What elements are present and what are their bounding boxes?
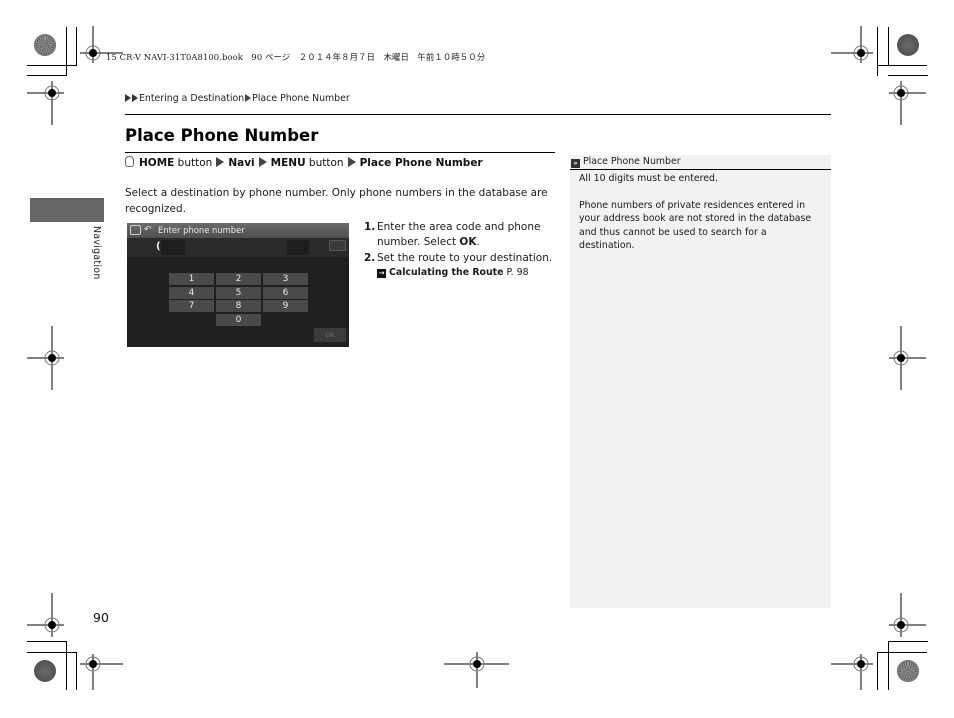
menu-path: HOME button Navi MENU button Place Phone Nu… [125, 156, 483, 169]
note-icon: » [571, 159, 580, 168]
voice-icon [130, 225, 141, 235]
keypad-key-3: 3 [263, 273, 308, 285]
registration-mark-icon [80, 654, 123, 690]
sidenote-panel: » Place Phone Number All 10 digits must b… [570, 155, 831, 608]
sidenote-paragraph: All 10 digits must be entered. [579, 173, 718, 184]
keypad-key-8: 8 [216, 300, 261, 312]
header-divider [125, 114, 831, 115]
menu-path-home-suffix: button [174, 157, 213, 169]
registration-mark-icon [889, 326, 926, 390]
menu-path-home: HOME [139, 157, 175, 169]
keypad-key-1: 1 [169, 273, 214, 285]
step-text-end: . [476, 236, 480, 249]
registration-mark-icon [831, 26, 873, 63]
section-tab-marker [30, 198, 104, 222]
registration-mark-icon [831, 654, 873, 690]
step-number: 1. [364, 221, 376, 233]
delete-key [329, 240, 346, 251]
keypad-key-7: 7 [169, 300, 214, 312]
keypad-key-4: 4 [169, 287, 214, 299]
registration-mark-icon [27, 326, 64, 390]
keypad-key-0: 0 [216, 314, 261, 326]
registration-mark-icon [27, 81, 64, 125]
reference-title[interactable]: Calculating the Route [389, 267, 504, 278]
print-header: 15 CR-V NAVI-31T0A8100.book 90 ページ ２０１４年… [106, 52, 486, 62]
keypad-key-6: 6 [263, 287, 308, 299]
breadcrumb-item-entering-a-destination[interactable]: Entering a Destination [139, 93, 244, 104]
hand-press-icon [125, 156, 134, 167]
screen-title-bar: ↶ Enter phone number [127, 223, 349, 238]
menu-path-navi: Navi [228, 157, 255, 169]
sidenote-title: Place Phone Number [583, 156, 681, 167]
reference-arrow-icon: → [377, 268, 386, 278]
screen-title: Enter phone number [158, 225, 245, 235]
sidenote-header: » Place Phone Number [570, 155, 831, 169]
breadcrumb-arrow-icon [125, 94, 131, 102]
step-2: 2. Set the route to your destination. [364, 251, 554, 266]
back-icon: ↶ [144, 225, 152, 235]
sidenote-body: All 10 digits must be entered. Phone num… [579, 172, 825, 266]
registration-mark-icon [444, 652, 509, 688]
breadcrumb: Entering a Destination Place Phone Number [125, 93, 350, 104]
breadcrumb-arrow-icon [245, 94, 252, 102]
page-number: 90 [93, 610, 109, 625]
breadcrumb-arrow-icon [132, 94, 138, 102]
menu-arrow-icon [216, 157, 225, 167]
phone-number-value: ( [156, 241, 161, 252]
color-calibration-medallion-icon [34, 34, 56, 56]
step-ok-label: OK [459, 236, 477, 249]
color-calibration-medallion-icon [897, 34, 919, 56]
menu-path-place-phone-number: Place Phone Number [359, 157, 483, 169]
menu-arrow-icon [347, 157, 356, 167]
sidenote-divider [570, 169, 831, 170]
reference-page: P. 98 [506, 266, 529, 278]
breadcrumb-item-place-phone-number[interactable]: Place Phone Number [252, 93, 350, 104]
menu-path-menu-suffix: button [305, 157, 344, 169]
step-1: 1. Enter the area code and phone number. … [364, 220, 554, 251]
menu-arrow-icon [258, 157, 267, 167]
color-calibration-medallion-icon [897, 660, 919, 682]
registration-mark-icon [889, 81, 926, 125]
phone-number-field: ( [127, 238, 349, 257]
color-calibration-medallion-icon [34, 660, 56, 682]
registration-mark-icon [27, 593, 64, 637]
menu-path-menu: MENU [270, 157, 306, 169]
registration-mark-icon [889, 593, 926, 637]
title-divider [125, 152, 555, 153]
step-text: Set the route to your destination. [377, 251, 553, 264]
keypad-key-2: 2 [216, 273, 261, 285]
reference-link[interactable]: → Calculating the Route P. 98 [377, 266, 554, 280]
sidenote-paragraph: Phone numbers of private residences ente… [579, 199, 812, 252]
section-tab-label: Navigation [91, 226, 102, 280]
step-number: 2. [364, 251, 376, 264]
keypad-key-5: 5 [216, 287, 261, 299]
screen-ok-button: OK [314, 328, 346, 342]
procedure-steps: 1. Enter the area code and phone number. … [364, 220, 554, 280]
intro-text: Select a destination by phone number. On… [125, 187, 548, 215]
phone-entry-screen-image: ↶ Enter phone number ( 1 2 3 4 5 6 7 8 9… [127, 223, 349, 347]
keypad-key-9: 9 [263, 300, 308, 312]
page-title: Place Phone Number [125, 126, 319, 145]
